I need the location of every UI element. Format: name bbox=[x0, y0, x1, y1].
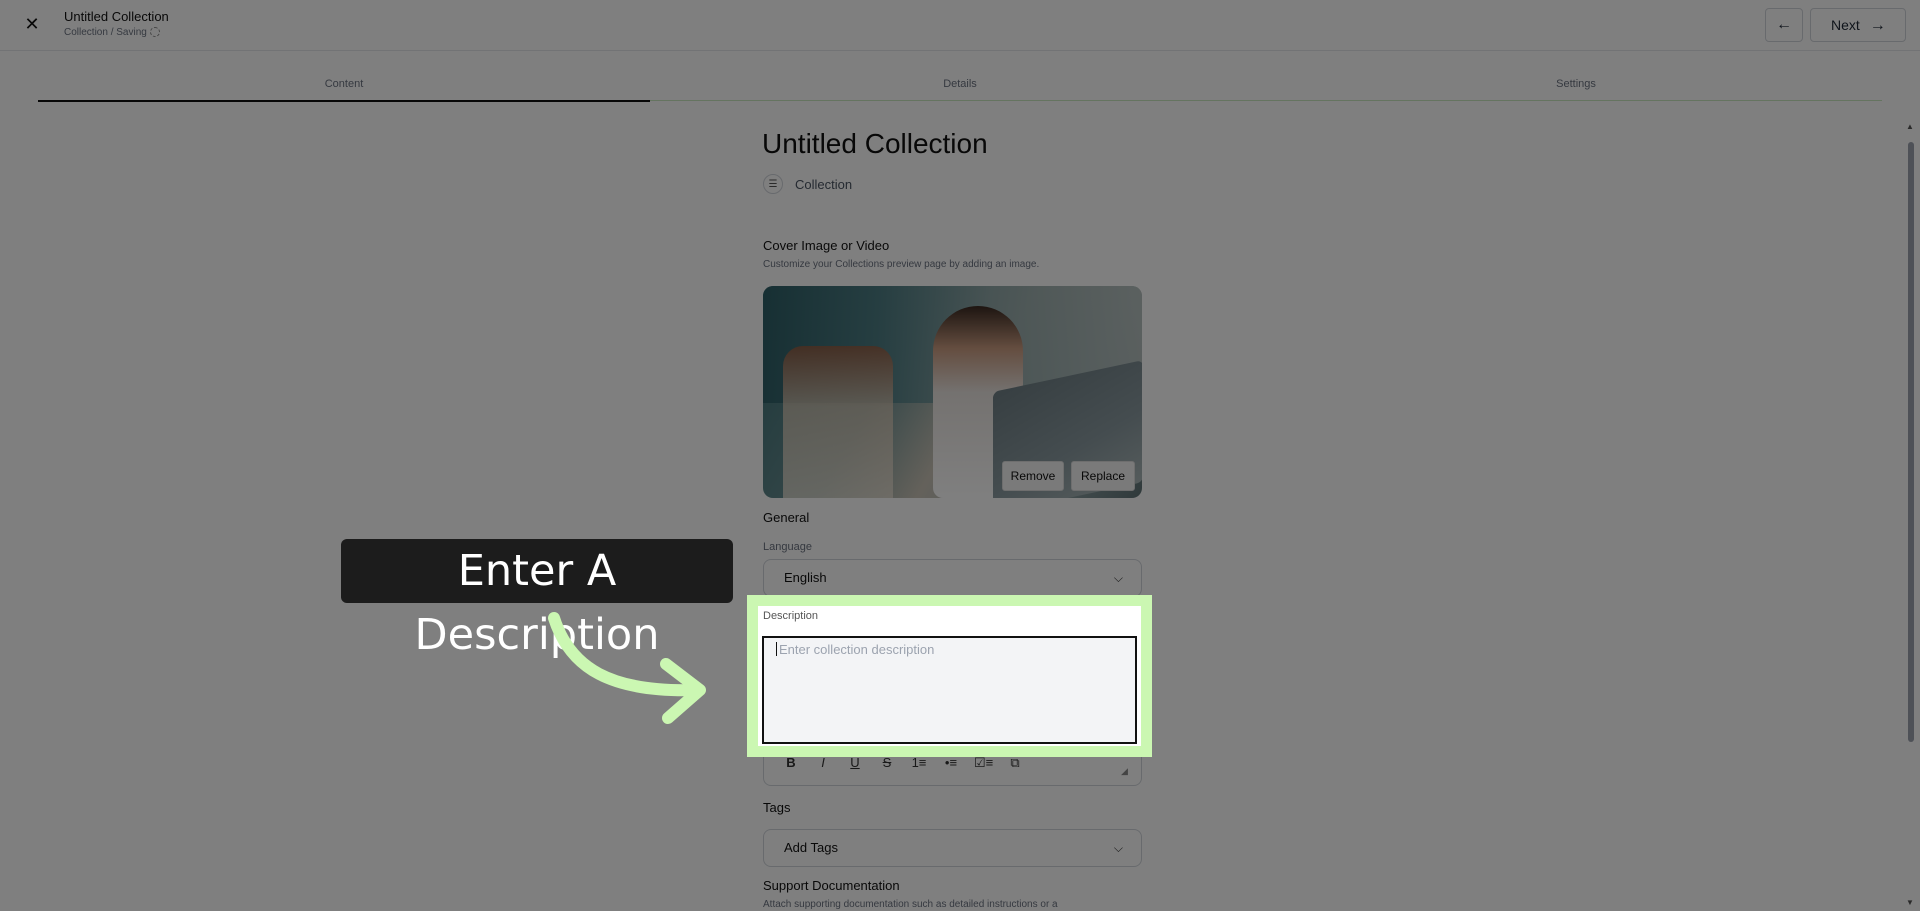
curved-arrow-icon bbox=[548, 612, 706, 724]
text-caret bbox=[776, 642, 777, 656]
description-placeholder: Enter collection description bbox=[779, 642, 935, 657]
callout-label: Enter A Description bbox=[341, 539, 733, 660]
dim-overlay bbox=[0, 0, 1920, 911]
description-label: Description bbox=[763, 610, 819, 622]
